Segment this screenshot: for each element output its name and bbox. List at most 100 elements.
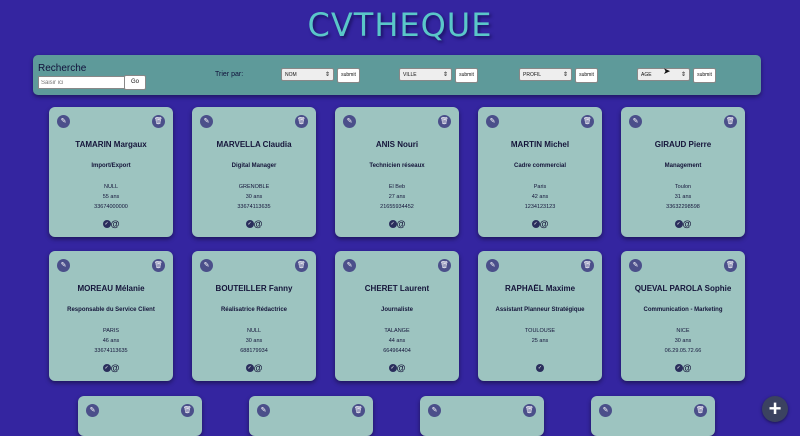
contact-links: ✓ @ — [192, 218, 316, 229]
candidate-city: Paris — [533, 184, 547, 190]
candidate-job: Réalisatrice Rédactrice — [220, 307, 288, 313]
pencil-icon[interactable]: ✎ — [486, 259, 499, 272]
trash-icon[interactable]: 🗑 — [523, 404, 536, 417]
sort-select-city[interactable]: VILLE ⇕ — [399, 68, 452, 81]
pencil-icon[interactable]: ✎ — [57, 259, 70, 272]
contact-links: ✓ @ — [335, 362, 459, 373]
go-button[interactable]: Go — [124, 75, 146, 90]
pencil-icon[interactable]: ✎ — [486, 115, 499, 128]
trash-icon[interactable]: 🗑 — [581, 115, 594, 128]
trash-icon[interactable]: 🗑 — [438, 115, 451, 128]
chevron-down-icon: ⇕ — [324, 72, 330, 78]
check-icon[interactable]: ✓ — [531, 219, 540, 228]
cv-card: ✎ 🗑 — [420, 396, 544, 436]
candidate-job: Responsable du Service Client — [67, 307, 155, 313]
at-icon[interactable]: @ — [254, 363, 263, 373]
trash-icon[interactable]: 🗑 — [581, 259, 594, 272]
check-icon[interactable]: ✓ — [536, 363, 544, 372]
sort-submit-button[interactable]: submit — [337, 68, 360, 83]
trash-icon[interactable]: 🗑 — [295, 115, 308, 128]
check-icon[interactable]: ✓ — [674, 219, 683, 228]
candidate-city: El Beb — [388, 184, 406, 190]
cv-card: ✎ 🗑 ANIS Nouri Technicien réseaux El Beb 27 a… — [335, 107, 459, 237]
candidate-phone: 33674000000 — [94, 204, 128, 210]
search-sort-toolbar: Recherche Go Trier par: NOM⇕ submit VILL… — [33, 55, 761, 95]
check-icon[interactable]: ✓ — [245, 363, 254, 372]
trash-icon[interactable]: 🗑 — [724, 259, 737, 272]
at-icon[interactable]: @ — [683, 363, 692, 373]
at-icon[interactable]: @ — [540, 219, 549, 229]
candidate-city: NULL — [246, 328, 262, 334]
candidate-phone: 664964404 — [383, 348, 411, 354]
sort-submit-button[interactable]: submit — [693, 68, 716, 83]
page-title: CVTHEQUE — [307, 6, 493, 44]
candidate-name: TAMARIN Margaux — [75, 140, 147, 149]
pencil-icon[interactable]: ✎ — [629, 259, 642, 272]
pencil-icon[interactable]: ✎ — [257, 404, 270, 417]
contact-links: ✓ @ — [49, 218, 173, 229]
cv-card: ✎ 🗑 MARVELLA Claudia Digital Manager GRENOBL… — [192, 107, 316, 237]
trash-icon[interactable]: 🗑 — [352, 404, 365, 417]
trash-icon[interactable]: 🗑 — [724, 115, 737, 128]
mouse-cursor-icon: ➤ — [663, 66, 671, 76]
check-icon[interactable]: ✓ — [245, 219, 254, 228]
cv-card: ✎ 🗑 CHERET Laurent Journaliste TALANGE 44 ans… — [335, 251, 459, 381]
pencil-icon[interactable]: ✎ — [343, 115, 356, 128]
contact-links: ✓ — [478, 362, 602, 372]
candidate-job: Journaliste — [380, 307, 413, 313]
add-cv-button[interactable]: + — [762, 396, 788, 422]
candidate-job: Communication - Marketing — [643, 307, 723, 313]
sort-select-profile[interactable]: PROFIL ⇕ — [519, 68, 572, 81]
candidate-age: 42 ans — [531, 194, 549, 200]
candidate-job: Digital Manager — [231, 163, 277, 169]
sort-submit-button[interactable]: submit — [575, 68, 598, 83]
candidate-name: GIRAUD Pierre — [654, 140, 712, 149]
candidate-name: MARTIN Michel — [510, 140, 570, 149]
pencil-icon[interactable]: ✎ — [86, 404, 99, 417]
at-icon[interactable]: @ — [254, 219, 263, 229]
sort-submit-button[interactable]: submit — [455, 68, 478, 83]
candidate-age: 25 ans — [531, 338, 549, 344]
trash-icon[interactable]: 🗑 — [438, 259, 451, 272]
cv-card: ✎ 🗑 MOREAU Mélanie Responsable du Service C… — [49, 251, 173, 381]
trash-icon[interactable]: 🗑 — [152, 259, 165, 272]
candidate-name: MARVELLA Claudia — [216, 140, 292, 149]
pencil-icon[interactable]: ✎ — [200, 115, 213, 128]
candidate-city: Toulon — [674, 184, 692, 190]
pencil-icon[interactable]: ✎ — [629, 115, 642, 128]
trash-icon[interactable]: 🗑 — [694, 404, 707, 417]
at-icon[interactable]: @ — [397, 219, 406, 229]
check-icon[interactable]: ✓ — [102, 219, 111, 228]
search-input[interactable] — [38, 76, 126, 89]
candidate-phone: 1234123123 — [524, 204, 556, 210]
pencil-icon[interactable]: ✎ — [200, 259, 213, 272]
check-icon[interactable]: ✓ — [102, 363, 111, 372]
pencil-icon[interactable]: ✎ — [428, 404, 441, 417]
contact-links: ✓ @ — [478, 218, 602, 229]
trash-icon[interactable]: 🗑 — [181, 404, 194, 417]
cv-card: ✎ 🗑 TAMARIN Margaux Import/Export NULL 55 ans… — [49, 107, 173, 237]
at-icon[interactable]: @ — [111, 219, 120, 229]
candidate-name: RAPHAËL Maxime — [504, 284, 576, 293]
check-icon[interactable]: ✓ — [388, 363, 397, 372]
at-icon[interactable]: @ — [683, 219, 692, 229]
sort-select-name[interactable]: NOM ⇕ — [281, 68, 334, 81]
candidate-city: TOULOUSE — [524, 328, 556, 334]
cv-card: ✎ 🗑 GIRAUD Pierre Management Toulon 31 ans 336… — [621, 107, 745, 237]
candidate-name: BOUTEILLER Fanny — [215, 284, 293, 293]
at-icon[interactable]: @ — [111, 363, 120, 373]
trash-icon[interactable]: 🗑 — [295, 259, 308, 272]
candidate-job: Management — [664, 163, 702, 169]
check-icon[interactable]: ✓ — [674, 363, 683, 372]
cv-card: ✎ 🗑 — [249, 396, 373, 436]
cv-card: ✎ 🗑 BOUTEILLER Fanny Réalisatrice Rédactric… — [192, 251, 316, 381]
pencil-icon[interactable]: ✎ — [343, 259, 356, 272]
cv-card: ✎ 🗑 QUEVAL PAROLA Sophie Communication - Ma… — [621, 251, 745, 381]
trash-icon[interactable]: 🗑 — [152, 115, 165, 128]
candidate-job: Import/Export — [91, 163, 131, 169]
chevron-down-icon: ⇕ — [442, 72, 448, 78]
check-icon[interactable]: ✓ — [388, 219, 397, 228]
at-icon[interactable]: @ — [397, 363, 406, 373]
pencil-icon[interactable]: ✎ — [599, 404, 612, 417]
pencil-icon[interactable]: ✎ — [57, 115, 70, 128]
